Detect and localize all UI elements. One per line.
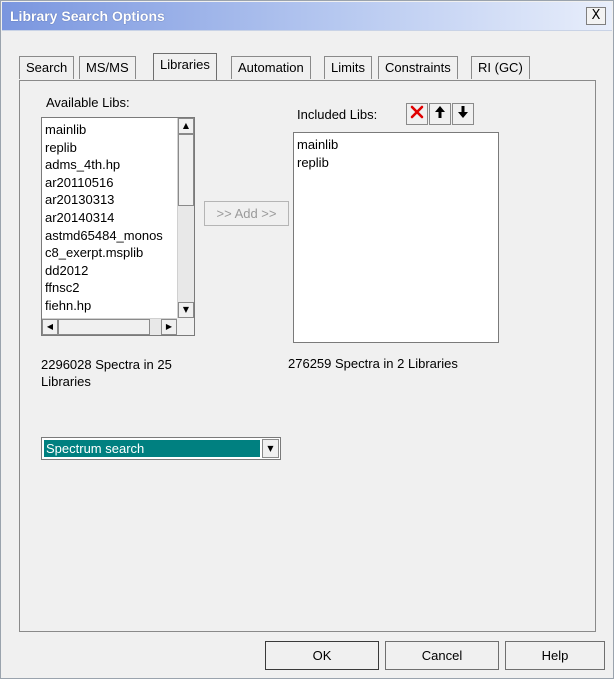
included-libs-label: Included Libs: bbox=[297, 107, 378, 122]
list-item[interactable]: adms_4th.hp bbox=[45, 156, 176, 174]
scroll-down-arrow-icon[interactable]: ▼ bbox=[178, 302, 194, 318]
tab-ri-gc[interactable]: RI (GC) bbox=[471, 56, 530, 79]
scroll-thumb[interactable] bbox=[178, 134, 194, 206]
red-x-icon bbox=[410, 105, 424, 119]
close-button[interactable]: X bbox=[586, 7, 606, 25]
tab-search[interactable]: Search bbox=[19, 56, 75, 79]
library-search-options-dialog: Library Search Options X Search MS/MS Li… bbox=[0, 0, 614, 679]
move-down-button[interactable] bbox=[452, 103, 474, 125]
delete-library-button[interactable] bbox=[406, 103, 428, 125]
list-item[interactable]: ar20130313 bbox=[45, 191, 176, 209]
tab-constraints[interactable]: Constraints bbox=[378, 56, 458, 79]
list-item[interactable]: dd2012 bbox=[45, 262, 176, 280]
list-item[interactable]: astmd65484_monos bbox=[45, 227, 176, 245]
scroll-right-arrow-icon[interactable]: ▶ bbox=[161, 319, 177, 335]
cancel-button[interactable]: Cancel bbox=[385, 641, 499, 670]
list-item[interactable]: ar20110516 bbox=[45, 174, 176, 192]
list-item[interactable]: ar20140314 bbox=[45, 209, 176, 227]
horizontal-scrollbar[interactable]: ◀ ▶ bbox=[42, 318, 177, 335]
window-title: Library Search Options bbox=[10, 8, 165, 24]
available-libs-label: Available Libs: bbox=[46, 95, 130, 110]
available-libs-list[interactable]: mainlib replib adms_4th.hp ar20110516 ar… bbox=[41, 117, 195, 336]
included-libs-list[interactable]: mainlib replib bbox=[293, 132, 499, 343]
list-item[interactable]: replib bbox=[45, 139, 176, 157]
tab-limits[interactable]: Limits bbox=[324, 56, 372, 79]
list-item[interactable]: ffnsc2 bbox=[45, 279, 176, 297]
vertical-scrollbar[interactable]: ▲ ▼ bbox=[177, 118, 194, 318]
scroll-left-arrow-icon[interactable]: ◀ bbox=[42, 319, 58, 335]
tab-automation[interactable]: Automation bbox=[231, 56, 311, 79]
list-item[interactable]: mainlib bbox=[45, 121, 176, 139]
search-type-value: Spectrum search bbox=[44, 440, 260, 457]
title-bar: Library Search Options X bbox=[2, 2, 612, 31]
list-item[interactable]: fiehn.hp bbox=[45, 297, 176, 315]
tab-ms-ms[interactable]: MS/MS bbox=[79, 56, 136, 79]
list-item[interactable]: replib bbox=[297, 154, 496, 172]
add-button[interactable]: >> Add >> bbox=[204, 201, 289, 226]
chevron-down-icon[interactable]: ▼ bbox=[262, 439, 279, 458]
help-button[interactable]: Help bbox=[505, 641, 605, 670]
included-libs-summary: 276259 Spectra in 2 Libraries bbox=[288, 356, 458, 371]
tab-libraries[interactable]: Libraries bbox=[153, 53, 217, 80]
available-libs-summary: 2296028 Spectra in 25 Libraries bbox=[41, 357, 172, 389]
ok-button[interactable]: OK bbox=[265, 641, 379, 670]
scroll-corner bbox=[177, 318, 194, 335]
search-type-dropdown[interactable]: Spectrum search ▼ bbox=[41, 437, 281, 460]
list-item[interactable]: mainlib bbox=[297, 136, 496, 154]
list-item[interactable]: c8_exerpt.msplib bbox=[45, 244, 176, 262]
scroll-up-arrow-icon[interactable]: ▲ bbox=[178, 118, 194, 134]
arrow-up-icon bbox=[435, 106, 445, 118]
scroll-thumb[interactable] bbox=[58, 319, 150, 335]
arrow-down-icon bbox=[458, 106, 468, 118]
move-up-button[interactable] bbox=[429, 103, 451, 125]
